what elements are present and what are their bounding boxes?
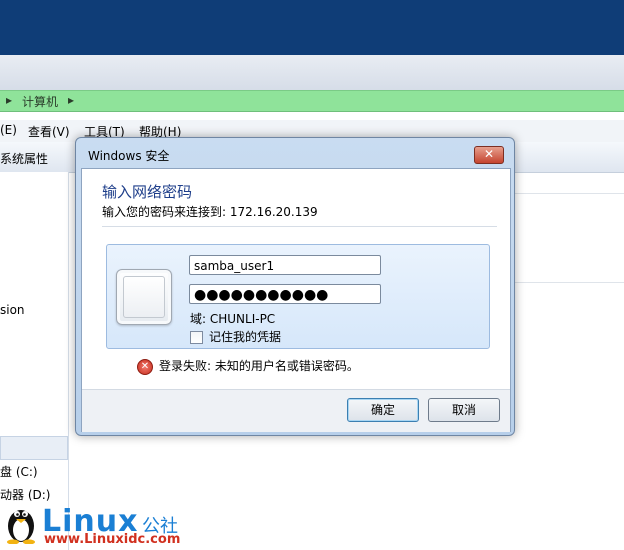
remember-credentials[interactable]: 记住我的凭据: [190, 328, 281, 345]
tux-logo-icon: [7, 510, 35, 544]
nav-selected-item[interactable]: [0, 436, 68, 460]
windows-security-dialog: Windows 安全 ✕ 输入网络密码 输入您的密码来连接到: 172.16.2…: [75, 137, 515, 436]
error-text: 登录失败: 未知的用户名或错误密码。: [159, 359, 359, 373]
breadcrumb-arrow-icon[interactable]: ▸: [6, 93, 12, 107]
dialog-title: Windows 安全: [88, 149, 170, 163]
dialog-subtext: 输入您的密码来连接到: 172.16.20.139: [102, 205, 318, 219]
nav-drive-c[interactable]: 盘 (C:): [0, 463, 38, 480]
menu-view[interactable]: 查看(V): [28, 123, 70, 140]
cancel-button[interactable]: 取消: [428, 398, 500, 422]
watermark-url: www.Linuxidc.com: [44, 532, 181, 547]
window-titlebar: [0, 0, 624, 55]
credential-tile: samba_user1 ●●●●●●●●●●● 域: CHUNLI-PC 记住我…: [106, 244, 490, 349]
navigation-bar: [0, 55, 624, 91]
close-icon: ✕: [483, 147, 495, 161]
divider: [102, 226, 497, 227]
username-field[interactable]: samba_user1: [189, 255, 381, 275]
error-message: ✕ 登录失败: 未知的用户名或错误密码。: [137, 357, 359, 375]
error-icon: ✕: [137, 358, 153, 375]
dialog-heading: 输入网络密码: [102, 183, 193, 201]
nav-item[interactable]: sion: [0, 303, 25, 317]
dialog-footer: 确定 取消: [82, 389, 510, 432]
address-bar[interactable]: ▸ 计算机 ▸: [0, 90, 624, 112]
breadcrumb-arrow-icon[interactable]: ▸: [68, 93, 74, 107]
remember-checkbox[interactable]: [190, 331, 203, 344]
system-properties-button[interactable]: 系统属性: [0, 150, 48, 167]
breadcrumb-computer[interactable]: 计算机: [22, 93, 58, 110]
dialog-body: 输入网络密码 输入您的密码来连接到: 172.16.20.139 samba_u…: [81, 168, 511, 432]
remember-label: 记住我的凭据: [209, 330, 282, 344]
domain-label: 域: CHUNLI-PC: [190, 312, 276, 326]
password-field[interactable]: ●●●●●●●●●●●: [189, 284, 381, 304]
watermark: Linux 公社 www.Linuxidc.com: [4, 500, 204, 548]
user-avatar-icon: [116, 269, 172, 325]
ok-button[interactable]: 确定: [347, 398, 419, 422]
menu-edit[interactable]: (E): [0, 123, 17, 137]
close-button[interactable]: ✕: [474, 146, 504, 164]
